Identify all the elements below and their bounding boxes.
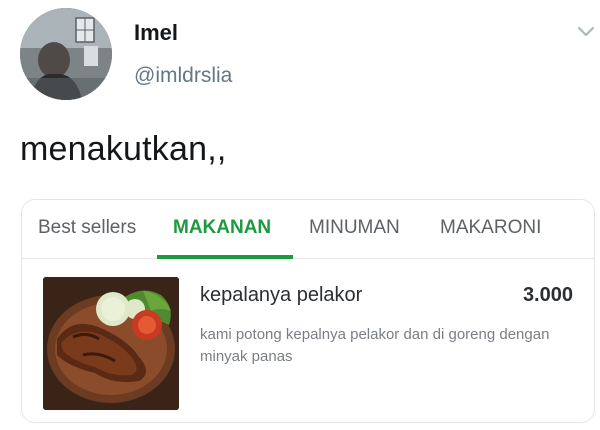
tweet-text: menakutkan,, (20, 130, 227, 168)
menu-item-description: kami potong kepalnya pelakor dan di gore… (200, 326, 550, 365)
tab-minuman[interactable]: MINUMAN (309, 217, 400, 239)
food-image[interactable] (43, 277, 179, 410)
menu-tabs: Best sellers MAKANAN MINUMAN MAKARONI (22, 200, 594, 259)
menu-item-price: 3.000 (522, 284, 573, 306)
tab-best-sellers[interactable]: Best sellers (38, 217, 136, 239)
menu-item-name[interactable]: kepalanya pelakor (200, 284, 362, 307)
display-name[interactable]: Imel (134, 20, 178, 46)
user-handle[interactable]: @imldrslia (134, 64, 232, 88)
tab-makanan[interactable]: MAKANAN (173, 217, 271, 239)
chevron-down-icon[interactable] (576, 24, 596, 40)
avatar[interactable] (20, 8, 112, 100)
tab-makaroni[interactable]: MAKARONI (440, 217, 541, 239)
menu-card: Best sellers MAKANAN MINUMAN MAKARONI ke… (21, 199, 595, 423)
active-tab-indicator (157, 255, 293, 259)
